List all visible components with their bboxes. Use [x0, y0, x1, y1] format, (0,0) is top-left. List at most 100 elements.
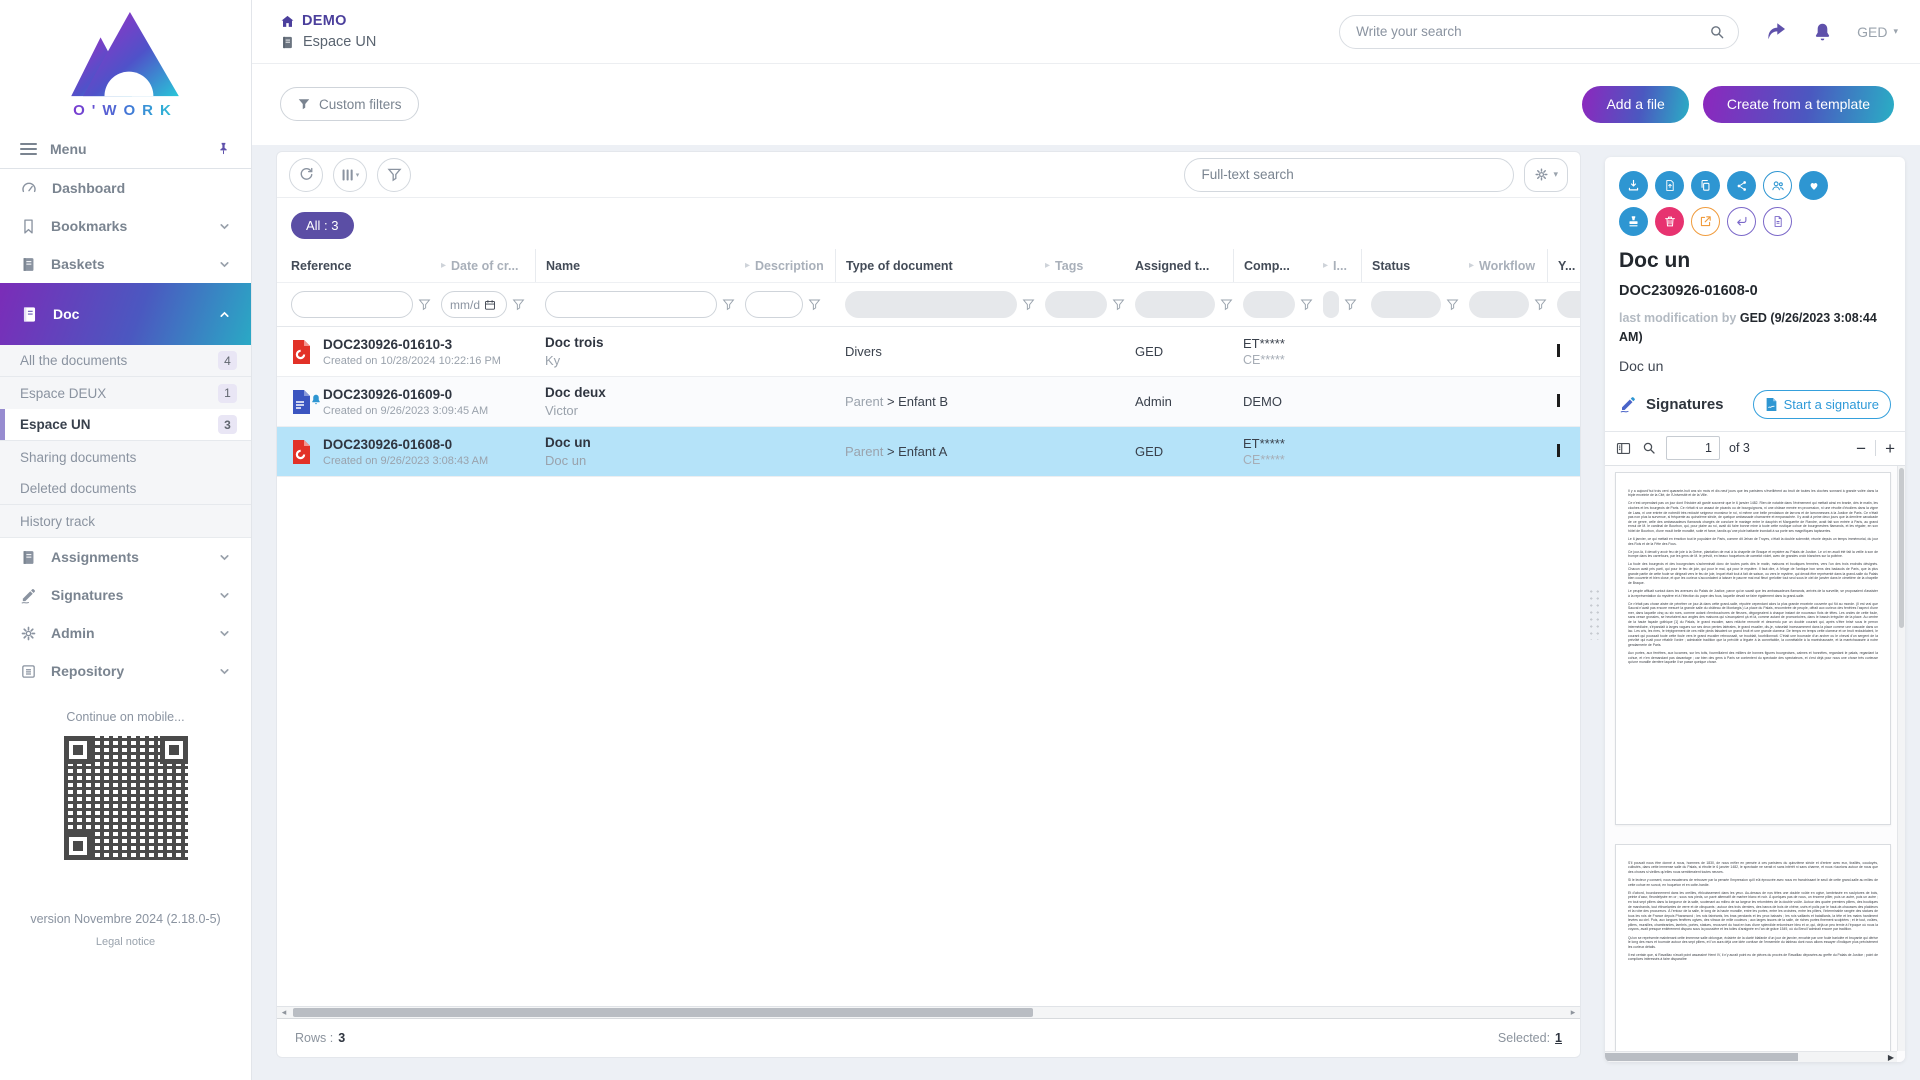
column-header-name[interactable]: Name: [535, 249, 745, 282]
column-header-reference[interactable]: Reference: [291, 259, 441, 273]
funnel-icon[interactable]: [1446, 298, 1459, 311]
column-header-workflow[interactable]: ▸Workflow: [1469, 259, 1557, 273]
sidebar-item-repository[interactable]: Repository: [0, 652, 251, 690]
stamp-button[interactable]: [1619, 207, 1648, 236]
column-header-y[interactable]: Y...: [1547, 249, 1581, 282]
create-from-template-button[interactable]: Create from a template: [1703, 86, 1894, 123]
share-forward-icon[interactable]: [1763, 21, 1788, 43]
sidebar-item-signatures[interactable]: Signatures: [0, 576, 251, 614]
tab-all[interactable]: All : 3: [291, 212, 354, 239]
filter-name-input[interactable]: [545, 291, 717, 318]
sidebar-item-baskets[interactable]: Baskets: [0, 245, 251, 283]
scrollbar-thumb[interactable]: [1605, 1053, 1798, 1061]
funnel-icon[interactable]: [512, 298, 525, 311]
search-icon[interactable]: [1708, 23, 1726, 41]
sidebar-item-dashboard[interactable]: Dashboard: [0, 169, 251, 207]
user-menu[interactable]: GED ▾: [1857, 24, 1898, 40]
column-header-date[interactable]: ▸Date of cr...: [441, 259, 545, 273]
table-horizontal-scrollbar[interactable]: ◂ ▸: [277, 1006, 1580, 1019]
menu-header[interactable]: Menu: [0, 129, 251, 169]
breadcrumb-home[interactable]: DEMO: [280, 13, 376, 29]
pin-icon[interactable]: [216, 141, 231, 156]
funnel-icon[interactable]: [808, 298, 821, 311]
zoom-in-button[interactable]: +: [1885, 440, 1895, 457]
funnel-icon[interactable]: [1022, 298, 1035, 311]
column-header-status[interactable]: Status: [1361, 249, 1469, 282]
sidebar-item-doc[interactable]: Doc: [0, 283, 251, 345]
funnel-icon[interactable]: [722, 298, 735, 311]
table-row-doc-un[interactable]: DOC230926-01608-0 Created on 9/26/2023 3…: [277, 427, 1580, 477]
pdf-search-icon[interactable]: [1641, 440, 1657, 456]
sidebar-item-sharing-documents[interactable]: Sharing documents: [0, 441, 251, 473]
table-row-doc-deux[interactable]: DOC230926-01609-0 Created on 9/26/2023 3…: [277, 377, 1580, 427]
sidebar-item-espace-un[interactable]: Espace UN 3: [0, 409, 251, 441]
start-signature-button[interactable]: Start a signature: [1753, 390, 1891, 419]
funnel-icon[interactable]: [1220, 298, 1233, 311]
table-header-row: Reference ▸Date of cr... Name ▸Descripti…: [277, 249, 1580, 283]
pdf-viewer: of 3 − + Il y a aujourd'hui trois cent q…: [1605, 431, 1905, 1062]
sidebar-item-history-track[interactable]: History track: [0, 505, 251, 537]
share-button[interactable]: [1727, 171, 1756, 200]
users-button[interactable]: [1763, 171, 1792, 200]
funnel-icon[interactable]: [1344, 298, 1357, 311]
table-settings-button[interactable]: ▾: [1524, 158, 1568, 192]
scroll-left-icon[interactable]: ◂: [277, 1007, 291, 1018]
scroll-right-icon[interactable]: ▶: [1885, 1052, 1897, 1062]
document-button[interactable]: [1763, 207, 1792, 236]
refresh-button[interactable]: [289, 158, 323, 192]
funnel-icon[interactable]: [1112, 298, 1125, 311]
funnel-icon[interactable]: [1534, 298, 1547, 311]
column-header-assigned[interactable]: Assigned t...: [1135, 259, 1243, 273]
sidebar-toggle-icon[interactable]: [1615, 440, 1632, 457]
global-search-input[interactable]: [1356, 24, 1708, 39]
table-row-doc-trois[interactable]: DOC230926-01610-3 Created on 10/28/2024 …: [277, 327, 1580, 377]
pdf-vertical-scrollbar[interactable]: [1897, 466, 1905, 1051]
sidebar-item-all-documents[interactable]: All the documents 4: [0, 345, 251, 377]
column-header-description[interactable]: ▸Description: [745, 259, 845, 273]
funnel-icon[interactable]: [418, 298, 431, 311]
column-header-type[interactable]: Type of document: [835, 249, 1045, 282]
page-number-input[interactable]: [1666, 436, 1720, 460]
open-external-button[interactable]: [1691, 207, 1720, 236]
content-area: ▾ ▾ All : 3 Reference ▸Date of cr... Nam…: [252, 145, 1920, 1080]
column-header-tags[interactable]: ▸Tags: [1045, 259, 1135, 273]
sidebar-item-deleted-documents[interactable]: Deleted documents: [0, 473, 251, 505]
brand-logo[interactable]: O'WORK: [0, 0, 251, 123]
fulltext-search-input[interactable]: [1201, 167, 1497, 182]
pdf-horizontal-scrollbar[interactable]: ▶: [1605, 1051, 1897, 1062]
panel-resize-handle[interactable]: [1588, 588, 1601, 640]
funnel-icon[interactable]: [1300, 298, 1313, 311]
zoom-out-button[interactable]: −: [1856, 440, 1866, 457]
scrollbar-track[interactable]: [291, 1007, 1566, 1018]
scrollbar-thumb[interactable]: [1899, 468, 1904, 628]
topbar-actions: GED ▾: [1339, 15, 1898, 49]
columns-button[interactable]: ▾: [333, 158, 367, 192]
scrollbar-thumb[interactable]: [293, 1008, 1033, 1017]
add-file-button[interactable]: Add a file: [1582, 86, 1688, 123]
return-button[interactable]: [1727, 207, 1756, 236]
chevron-down-icon: ▾: [1893, 26, 1898, 37]
filter-date-input[interactable]: mm/d: [441, 291, 507, 318]
sidebar-item-espace-deux[interactable]: Espace DEUX 1: [0, 377, 251, 409]
favorite-heart-button[interactable]: [1799, 171, 1828, 200]
sidebar-item-assignments[interactable]: Assignments: [0, 538, 251, 576]
column-header-company[interactable]: Comp...: [1233, 249, 1323, 282]
bell-icon[interactable]: [1812, 21, 1833, 43]
filter-button[interactable]: [377, 158, 411, 192]
sidebar-item-admin[interactable]: Admin: [0, 614, 251, 652]
selected-count[interactable]: 1: [1555, 1031, 1562, 1045]
scroll-right-icon[interactable]: ▸: [1566, 1007, 1580, 1018]
custom-filters-button[interactable]: Custom filters: [280, 87, 419, 121]
breadcrumb-space[interactable]: Espace UN: [280, 34, 376, 50]
sidebar-item-bookmarks[interactable]: Bookmarks: [0, 207, 251, 245]
filter-status-disabled: [1371, 291, 1441, 318]
fulltext-search[interactable]: [1184, 158, 1514, 192]
download-button[interactable]: [1619, 171, 1648, 200]
filter-description-input[interactable]: [745, 291, 803, 318]
filter-reference-input[interactable]: [291, 291, 413, 318]
legal-notice-link[interactable]: Legal notice: [0, 936, 251, 948]
global-search[interactable]: [1339, 15, 1739, 49]
delete-button[interactable]: [1655, 207, 1684, 236]
copy-button[interactable]: [1691, 171, 1720, 200]
upload-file-button[interactable]: [1655, 171, 1684, 200]
